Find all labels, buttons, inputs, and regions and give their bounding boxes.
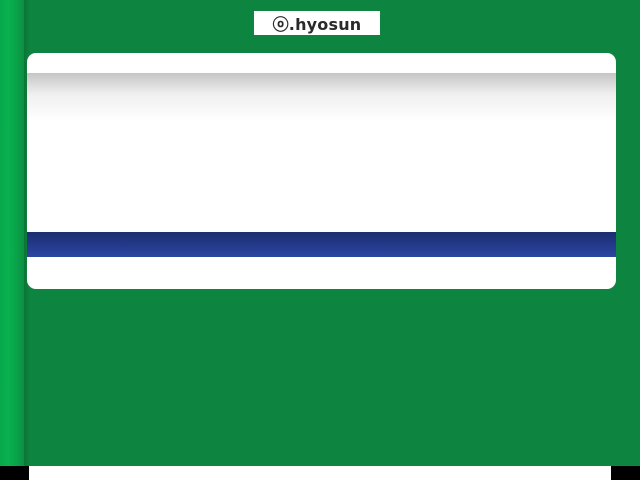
brand-logo: ⓞ.hyosun — [254, 11, 380, 35]
panel-top-shadow — [27, 73, 616, 121]
panel-blue-band — [27, 232, 616, 257]
atm-screen: ⓞ.hyosun — [0, 0, 640, 480]
left-accent-bar — [0, 0, 24, 466]
brand-logo-text: ⓞ.hyosun — [272, 15, 362, 34]
main-panel — [27, 53, 616, 289]
bottom-white-strip — [29, 466, 611, 480]
